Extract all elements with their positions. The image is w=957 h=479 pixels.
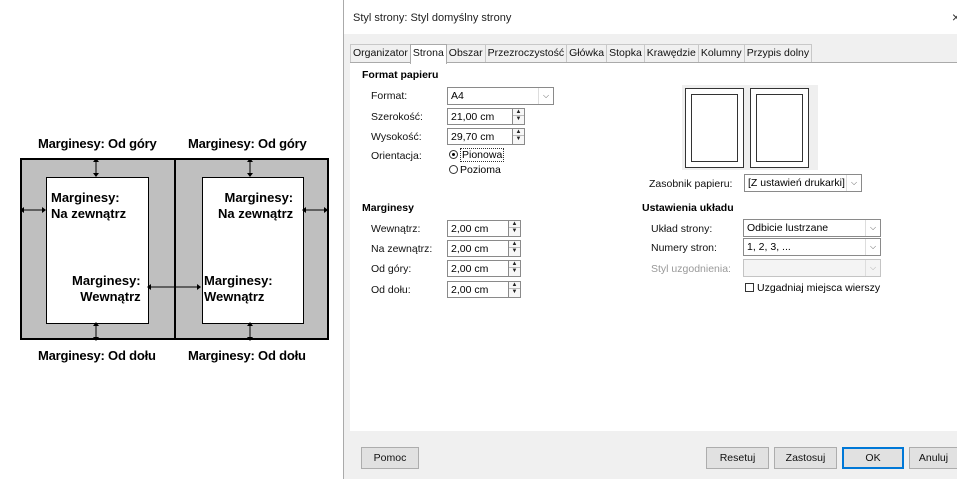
spin-down-icon: ▼ [515,116,522,122]
reference-style-label: Styl uzgodnienia: [651,263,731,275]
bottom-margin-field[interactable]: 2,00 cm ▲ ▼ [447,281,521,298]
height-field[interactable]: 29,70 cm ▲ ▼ [447,128,525,145]
width-field[interactable]: 21,00 cm ▲ ▼ [447,108,525,125]
label-right-outer: Marginesy: Na zewnątrz [218,190,294,221]
tab-footer[interactable]: Stopka [606,44,645,63]
portrait-radio[interactable]: Pionowa [449,148,505,162]
title-bar: Styl strony: Styl domyślny strony × [344,0,957,34]
spin-up-icon: ▲ [513,129,524,136]
landscape-radio[interactable]: Pozioma [449,164,501,176]
label-bottom-left: Marginesy: Od dołu [38,348,156,363]
spin-down-icon: ▼ [511,268,518,274]
dialog-title: Styl strony: Styl domyślny strony [353,12,512,24]
chevron-down-icon: ⌵ [846,175,861,191]
arrow-top-right [247,158,253,177]
spin-up-icon: ▲ [509,221,520,228]
preview-left-page [685,88,744,168]
preview-right-page [750,88,809,168]
spin-up-icon: ▲ [509,282,520,289]
ok-button[interactable]: OK [842,447,904,469]
width-spinner[interactable]: ▲ ▼ [512,108,525,125]
close-icon[interactable]: × [952,9,957,25]
height-label: Wysokość: [371,131,422,143]
outer-margin-spinner[interactable]: ▲ ▼ [508,240,521,257]
spin-up-icon: ▲ [509,261,520,268]
arrow-outer-right [302,207,328,213]
spin-down-icon: ▼ [511,289,518,295]
top-margin-field[interactable]: 2,00 cm ▲ ▼ [447,260,521,277]
radio-empty-icon [449,165,458,174]
format-dropdown[interactable]: A4 ⌵ [447,87,554,105]
orientation-label: Orientacja: [371,150,422,162]
margins-heading: Marginesy [362,202,414,214]
spin-up-icon: ▲ [509,241,520,248]
spin-down-icon: ▼ [511,248,518,254]
arrow-bottom-right [247,322,253,341]
tab-footnote[interactable]: Przypis dolny [743,44,813,63]
spread-spine [174,160,176,338]
bottom-margin-label: Od dołu: [371,284,411,296]
width-label: Szerokość: [371,111,423,123]
inner-margin-label: Wewnątrz: [371,223,421,235]
top-margin-spinner[interactable]: ▲ ▼ [508,260,521,277]
label-left-inner: Marginesy: Wewnątrz [72,273,141,304]
tab-columns[interactable]: Kolumny [697,44,745,63]
chevron-down-icon: ⌵ [538,88,553,104]
bottom-margin-spinner[interactable]: ▲ ▼ [508,281,521,298]
arrow-inner [147,284,201,290]
cancel-button[interactable]: Anuluj [909,447,957,469]
tab-organizer[interactable]: Organizator [350,44,411,63]
margins-diagram: Marginesy: Od góry Marginesy: Od góry Ma… [0,0,340,479]
arrow-outer-left [20,207,46,213]
spin-down-icon: ▼ [511,228,518,234]
page-numbers-label: Numery stron: [651,242,717,254]
outer-margin-label: Na zewnątrz: [371,243,433,255]
tab-header[interactable]: Główka [566,44,608,63]
register-true-checkbox[interactable]: Uzgadniaj miejsca wierszy [745,282,880,294]
height-spinner[interactable]: ▲ ▼ [512,128,525,145]
chevron-down-icon: ⌵ [865,260,880,276]
tab-bar: Organizator Strona Obszar Przezroczystoś… [350,44,813,64]
arrow-bottom-left [93,322,99,341]
help-button[interactable]: Pomoc [361,447,419,469]
tab-borders[interactable]: Krawędzie [643,44,699,63]
format-label: Format: [371,90,408,102]
reset-button[interactable]: Resetuj [706,447,769,469]
top-margin-label: Od góry: [371,263,412,275]
reference-style-dropdown[interactable]: ⌵ [743,259,881,277]
label-right-inner: Marginesy: Wewnątrz [204,273,273,304]
tab-transparency[interactable]: Przezroczystość [484,44,568,63]
page-layout-label: Układ strony: [651,223,713,235]
paper-tray-label: Zasobnik papieru: [649,178,733,190]
radio-selected-icon [449,150,458,159]
chevron-down-icon: ⌵ [865,239,880,255]
outer-margin-field[interactable]: 2,00 cm ▲ ▼ [447,240,521,257]
chevron-down-icon: ⌵ [865,220,880,236]
arrow-top-left [93,158,99,177]
apply-button[interactable]: Zastosuj [774,447,837,469]
inner-margin-field[interactable]: 2,00 cm ▲ ▼ [447,220,521,237]
page-numbers-dropdown[interactable]: 1, 2, 3, ... ⌵ [743,238,881,256]
checkbox-icon [745,283,754,292]
inner-margin-spinner[interactable]: ▲ ▼ [508,220,521,237]
paper-format-heading: Format papieru [362,69,439,81]
page-layout-dropdown[interactable]: Odbicie lustrzane ⌵ [743,219,881,237]
page-spread [20,158,329,340]
spin-down-icon: ▼ [515,136,522,142]
tab-area[interactable]: Obszar [445,44,486,63]
layout-settings-heading: Ustawienia układu [642,202,734,214]
spin-up-icon: ▲ [513,109,524,116]
paper-tray-dropdown[interactable]: [Z ustawień drukarki] ⌵ [744,174,862,192]
label-top-left: Marginesy: Od góry [38,136,157,151]
label-bottom-right: Marginesy: Od dołu [188,348,306,363]
page-preview [682,85,818,170]
tab-page[interactable]: Strona [409,44,447,64]
label-left-outer: Marginesy: Na zewnątrz [51,190,127,221]
label-top-right: Marginesy: Od góry [188,136,307,151]
